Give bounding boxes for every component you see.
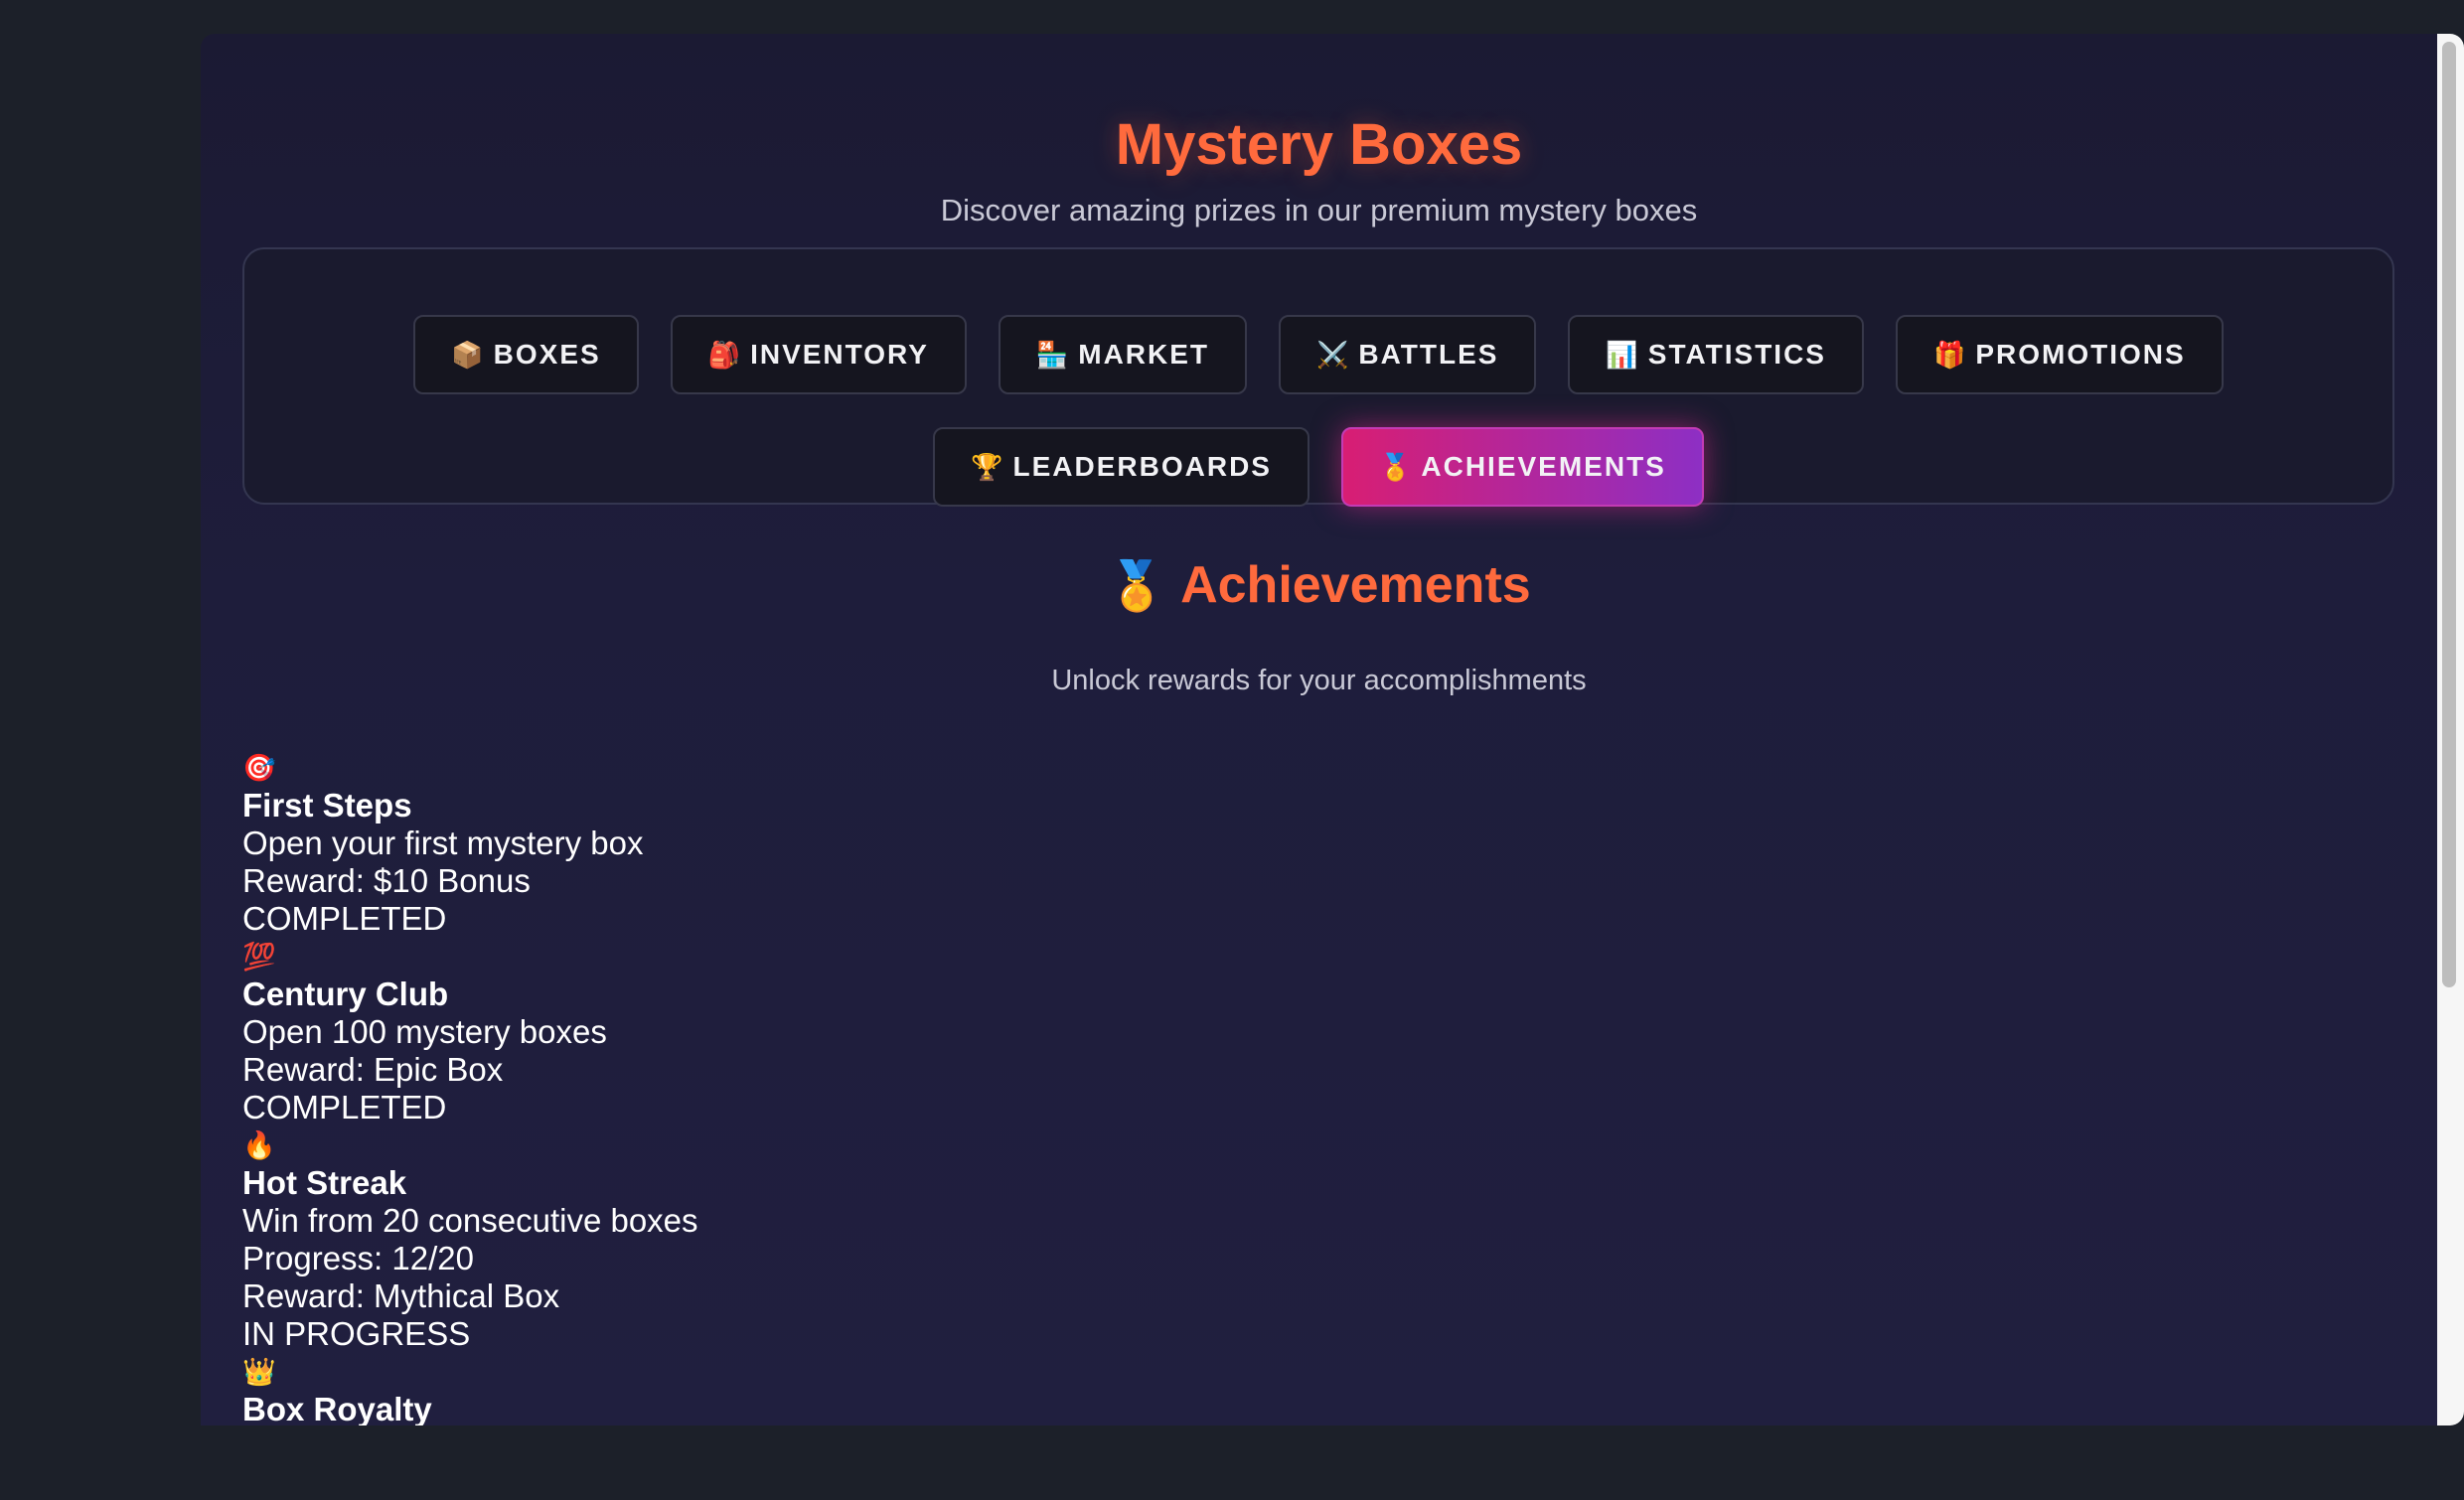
box-icon: 📦 (451, 339, 484, 370)
achievement-reward: Reward: Epic Box (242, 1051, 504, 1088)
tab-label: BATTLES (1358, 339, 1499, 370)
crossed-swords-icon: ⚔️ (1316, 339, 1349, 370)
app-window: Mystery Boxes Discover amazing prizes in… (201, 34, 2437, 1425)
tab-label: MARKET (1078, 339, 1210, 370)
achievement-description: Win from 20 consecutive boxes (242, 1202, 698, 1239)
achievement-name: Century Club (242, 975, 449, 1012)
trophy-icon: 🏆 (971, 451, 1003, 482)
section-heading: 🏅 Achievements (201, 550, 2437, 622)
gift-icon: 🎁 (1932, 339, 1966, 370)
scrollbar-thumb[interactable] (2442, 42, 2456, 987)
achievement-status: COMPLETED (242, 900, 447, 937)
crown-icon: 👑 (242, 1357, 276, 1387)
page-subtitle: Discover amazing prizes in our premium m… (940, 193, 1698, 227)
bar-chart-icon: 📊 (1606, 339, 1638, 370)
tab-label: BOXES (493, 339, 601, 370)
medal-icon: 🏅 (1107, 560, 1167, 613)
section-subtitle: Unlock rewards for your accomplishments (1051, 665, 1587, 696)
fire-icon: 🔥 (242, 1130, 276, 1160)
nav-panel: 📦 BOXES 🎒 INVENTORY 🏪 MARKET ⚔️ BATTLES 📊 STATIST… (242, 247, 2394, 507)
achievement-item: 💯 Century Club Open 100 mystery boxes Rewar… (242, 938, 1435, 1126)
tab-promotions[interactable]: 🎁 PROMOTIONS (1895, 315, 2224, 394)
achievement-name: Box Royalty (242, 1391, 432, 1425)
nav-row-2: 🏆 LEADERBOARDS 🏅 ACHIEVEMENTS (244, 427, 2392, 507)
medal-icon: 🏅 (1379, 451, 1412, 482)
target-icon: 🎯 (242, 753, 276, 783)
achievement-item: 🎯 First Steps Open your first mystery box R… (242, 749, 1435, 938)
achievement-reward: Reward: $10 Bonus (242, 862, 531, 899)
backpack-icon: 🎒 (707, 339, 741, 370)
tab-statistics[interactable]: 📊 STATISTICS (1568, 315, 1864, 394)
tab-market[interactable]: 🏪 MARKET (998, 315, 1248, 394)
tab-label: LEADERBOARDS (1012, 451, 1272, 482)
store-icon: 🏪 (1035, 339, 1069, 370)
tab-label: STATISTICS (1647, 339, 1826, 370)
achievement-name: First Steps (242, 787, 412, 824)
achievement-status: IN PROGRESS (242, 1315, 471, 1352)
achievement-description: Open 100 mystery boxes (242, 1013, 607, 1050)
tab-battles[interactable]: ⚔️ BATTLES (1279, 315, 1537, 394)
achievement-item: 👑Box RoyaltyOpen 1000 mystery boxes (242, 1353, 1435, 1425)
tab-label: INVENTORY (750, 339, 929, 370)
tab-achievements[interactable]: 🏅 ACHIEVEMENTS (1341, 427, 1704, 507)
tab-label: ACHIEVEMENTS (1421, 451, 1666, 482)
achievement-progress: Progress: 12/20 (242, 1240, 474, 1276)
achievement-item: 🔥 Hot Streak Win from 20 consecutive boxes… (242, 1126, 1435, 1353)
tab-boxes[interactable]: 📦 BOXES (413, 315, 639, 394)
tab-label: PROMOTIONS (1975, 339, 2186, 370)
tab-inventory[interactable]: 🎒 INVENTORY (670, 315, 967, 394)
achievement-list: 🎯 First Steps Open your first mystery box R… (242, 749, 1435, 1425)
nav-row-1: 📦 BOXES 🎒 INVENTORY 🏪 MARKET ⚔️ BATTLES 📊 STATIST… (244, 315, 2392, 394)
achievement-name: Hot Streak (242, 1164, 407, 1201)
achievement-reward: Reward: Mythical Box (242, 1277, 560, 1314)
section-title: Achievements (1180, 556, 1531, 614)
achievement-description: Open your first mystery box (242, 825, 644, 861)
tab-leaderboards[interactable]: 🏆 LEADERBOARDS (933, 427, 1309, 507)
hundred-icon: 💯 (242, 942, 276, 972)
achievement-status: COMPLETED (242, 1089, 447, 1125)
page-title: Mystery Boxes (1115, 112, 1523, 177)
